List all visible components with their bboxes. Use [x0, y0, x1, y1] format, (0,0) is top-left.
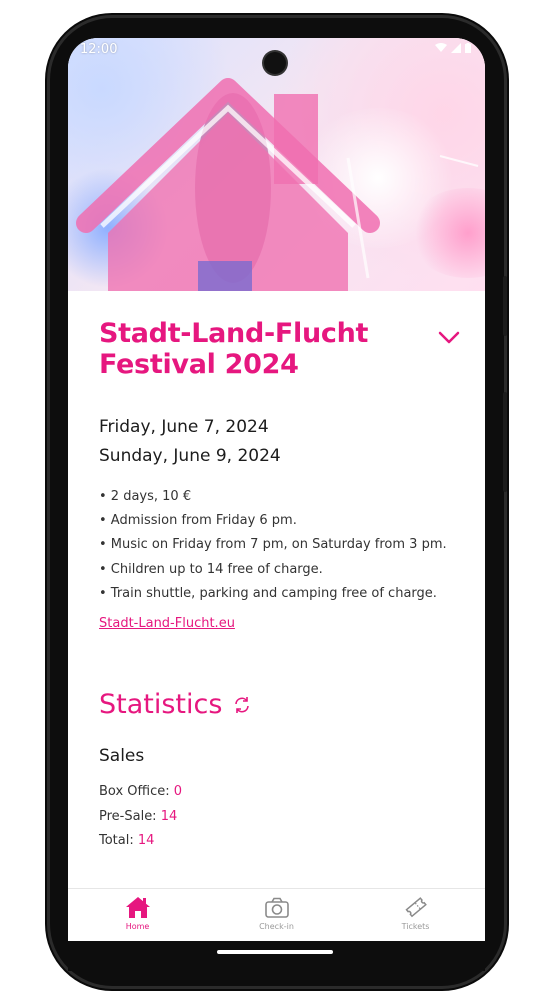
status-time: 12:00 — [80, 42, 118, 57]
event-detail-item: • Music on Friday from 7 pm, on Saturday… — [99, 537, 447, 553]
ticket-icon — [404, 897, 427, 918]
nav-item-home[interactable]: Home — [68, 889, 207, 941]
box-office-row: Box Office: 0 — [99, 780, 459, 805]
battery-icon — [465, 43, 471, 53]
sales-list: Box Office: 0 Pre-Sale: 14 Total: 14 — [99, 780, 459, 854]
event-details: • 2 days, 10 € • Admission from Friday 6… — [99, 485, 459, 606]
event-content: Stadt-Land-Flucht Festival 2024 Friday, … — [99, 318, 459, 854]
hero-image: 12:00 — [68, 38, 485, 291]
box-office-label: Box Office: — [99, 784, 174, 800]
nav-label-home: Home — [125, 922, 150, 931]
presale-value: 14 — [160, 808, 178, 824]
event-title-line2: Festival 2024 — [99, 349, 299, 380]
camera-icon — [264, 897, 289, 918]
bottom-navigation: Home Check-in Tickets — [68, 888, 485, 941]
nav-label-tickets: Tickets — [401, 922, 430, 931]
event-title-line1: Stadt-Land-Flucht — [99, 318, 369, 349]
nav-item-check-in[interactable]: Check-in — [207, 889, 346, 941]
event-dates: Friday, June 7, 2024 Sunday, June 9, 202… — [99, 413, 459, 471]
app-screen: 12:00 Stadt-Land-Flucht Festival 2024 Fr… — [68, 38, 485, 941]
box-office-value: 0 — [173, 784, 183, 800]
statistics-header: Statistics — [99, 689, 459, 720]
refresh-icon[interactable] — [232, 695, 252, 715]
sales-heading: Sales — [99, 746, 145, 767]
nav-label-check-in: Check-in — [259, 922, 294, 931]
event-date-start: Friday, June 7, 2024 — [99, 417, 269, 437]
event-detail-item: • Train shuttle, parking and camping fre… — [99, 585, 437, 601]
event-detail-item: • Admission from Friday 6 pm. — [99, 513, 297, 529]
event-detail-item: • Children up to 14 free of charge. — [99, 561, 323, 577]
volume-button — [503, 392, 507, 492]
event-website-link[interactable]: Stadt-Land-Flucht.eu — [99, 616, 235, 631]
total-label: Total: — [99, 833, 138, 849]
event-detail-item: • 2 days, 10 € — [99, 489, 192, 504]
event-title: Stadt-Land-Flucht Festival 2024 — [99, 318, 459, 380]
total-value: 14 — [137, 833, 155, 849]
presale-label: Pre-Sale: — [99, 808, 161, 824]
house-logo — [76, 78, 479, 291]
total-row: Total: 14 — [99, 829, 459, 854]
wifi-icon — [435, 43, 447, 52]
front-camera — [264, 52, 286, 74]
signal-icon — [451, 43, 461, 53]
statistics-title: Statistics — [99, 689, 223, 721]
status-icons — [435, 43, 471, 53]
event-date-end: Sunday, June 9, 2024 — [99, 446, 281, 466]
bottom-bezel — [68, 941, 485, 971]
presale-row: Pre-Sale: 14 — [99, 805, 459, 830]
gesture-nav-bar[interactable] — [217, 950, 333, 954]
power-button — [503, 276, 507, 336]
home-icon — [125, 897, 150, 918]
nav-item-tickets[interactable]: Tickets — [346, 889, 485, 941]
